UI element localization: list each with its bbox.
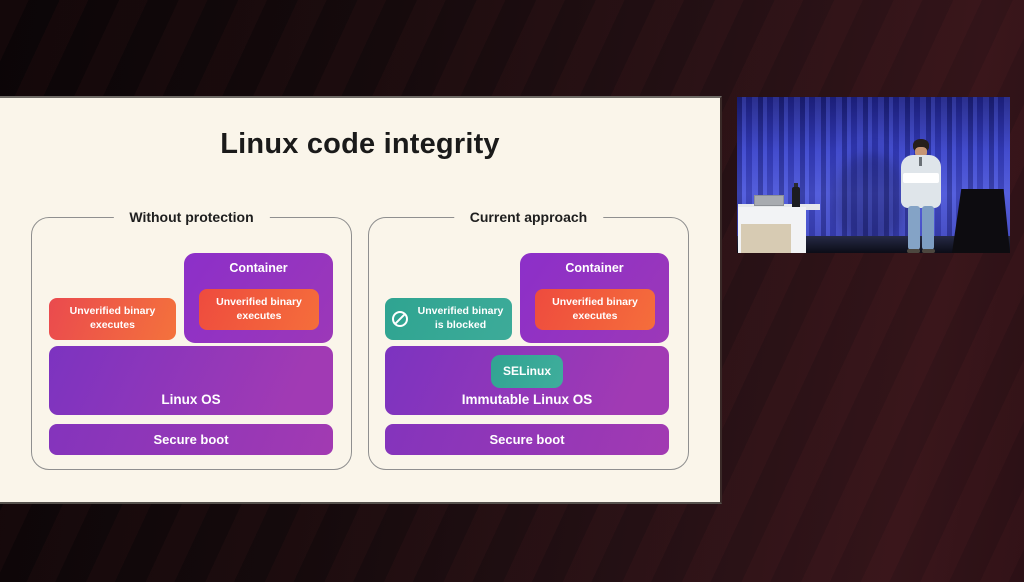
container-label: Container <box>229 261 288 275</box>
container-box: Container Unverified binary executes <box>184 253 333 343</box>
presenter-shoe <box>907 249 920 253</box>
immutable-linux-os-label: Immutable Linux OS <box>461 392 593 407</box>
laptop <box>754 195 784 206</box>
water-bottle <box>792 183 800 207</box>
presenter-jeans <box>922 206 934 250</box>
selinux-badge: SELinux <box>491 355 563 388</box>
speaker-video-feed <box>737 97 1010 253</box>
no-entry-icon <box>392 311 408 327</box>
unverified-binary-executes-box: Unverified binary executes <box>535 289 655 330</box>
slide-title: Linux code integrity <box>220 128 500 160</box>
stage-table-draped <box>952 189 1010 253</box>
presenter-shoe <box>922 249 935 253</box>
unverified-binary-blocked-box: Unverified binary is blocked <box>385 298 512 340</box>
container-box: Container Unverified binary executes <box>520 253 669 343</box>
group-without-protection: Without protection Container Unverified … <box>31 207 352 470</box>
secure-boot-box: Secure boot <box>49 424 333 455</box>
group-current-approach: Current approach Container Unverified bi… <box>368 207 689 470</box>
presenter-hoodie-stripe <box>903 173 939 183</box>
linux-os-box: Linux OS <box>49 346 333 415</box>
presenter-lanyard <box>919 157 922 166</box>
presenter <box>893 139 949 253</box>
group-current-approach-label: Current approach <box>453 207 604 227</box>
presenter-jeans <box>908 206 920 250</box>
immutable-linux-os-box: SELinux Immutable Linux OS <box>385 346 669 415</box>
presentation-slide: Linux code integrity Without protection … <box>0 96 722 504</box>
presenter-hoodie <box>901 155 941 208</box>
unverified-binary-executes-box: Unverified binary executes <box>49 298 176 340</box>
secure-boot-box: Secure boot <box>385 424 669 455</box>
blocked-text: Unverified binary is blocked <box>417 305 504 331</box>
conference-talk-screen: { "slide": { "title": "Linux code integr… <box>0 0 1024 582</box>
unverified-binary-executes-box: Unverified binary executes <box>199 289 319 330</box>
podium-panel <box>741 224 791 253</box>
linux-os-label: Linux OS <box>161 392 221 407</box>
group-without-protection-label: Without protection <box>113 207 270 227</box>
container-label: Container <box>565 261 624 275</box>
